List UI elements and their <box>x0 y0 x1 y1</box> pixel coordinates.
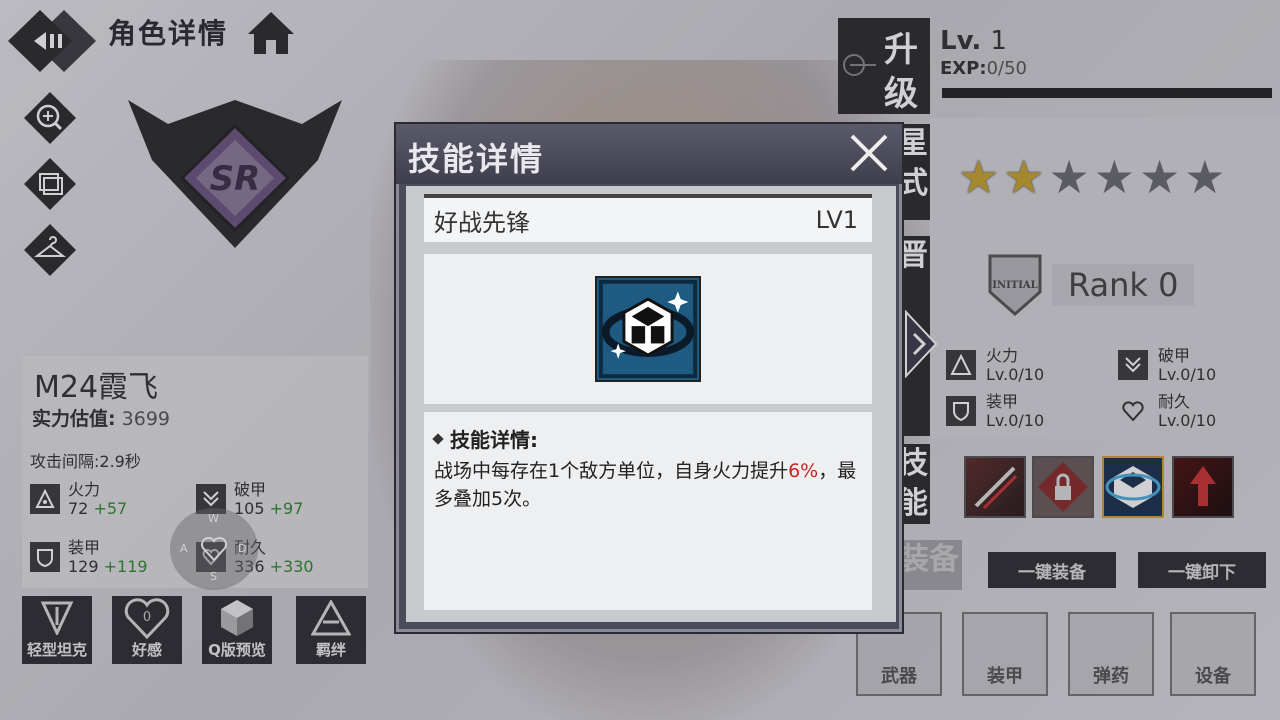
close-button[interactable] <box>846 130 892 176</box>
description-title-text: 技能详情: <box>450 428 538 452</box>
modal-title: 技能详情 <box>408 140 545 178</box>
skill-detail-modal: 技能详情 好战先锋 LV1 技能详情: 战场中每存在1个敌方单位，自身火力提升6… <box>394 122 904 634</box>
skill-icon-area <box>424 254 872 404</box>
close-icon <box>850 134 888 172</box>
modal-body: 好战先锋 LV1 技能详情: 战场中每存在1个敌方单位，自身火力提升6%，最多叠… <box>406 186 896 622</box>
cube-skill-icon <box>595 276 701 382</box>
description-title: 技能详情: <box>432 424 862 453</box>
skill-name: 好战先锋 <box>434 208 530 237</box>
skill-level: LV1 <box>815 206 858 234</box>
description-highlight: 6% <box>788 460 819 482</box>
skill-header: 好战先锋 LV1 <box>424 194 872 242</box>
diamond-bullet-icon <box>432 432 444 445</box>
description-part-1: 战场中每存在1个敌方单位，自身火力提升 <box>434 460 789 482</box>
description-text: 战场中每存在1个敌方单位，自身火力提升6%，最多叠加5次。 <box>434 457 862 513</box>
skill-description-area: 技能详情: 战场中每存在1个敌方单位，自身火力提升6%，最多叠加5次。 <box>424 412 872 610</box>
modal-header: 技能详情 <box>396 124 902 184</box>
